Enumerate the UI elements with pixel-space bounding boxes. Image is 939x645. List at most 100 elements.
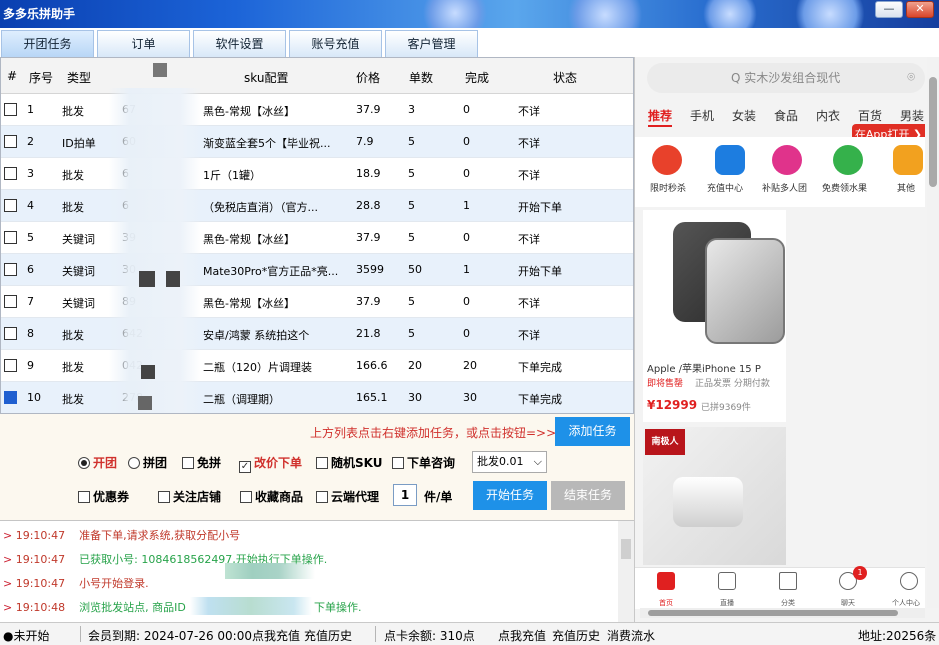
profile-icon[interactable] (900, 572, 918, 590)
add-task-button[interactable]: 添加任务 (555, 417, 630, 446)
cell-index: 1 (27, 103, 34, 116)
mobile-vscrollbar[interactable] (927, 57, 939, 608)
task-grid[interactable]: # 序号 类型 sku配置 价格 单数 完成 状态 1 批发 6 7 黑色-常规【冰丝】… (0, 57, 634, 414)
row-checkbox[interactable] (4, 295, 17, 308)
free-fruit-icon[interactable] (833, 145, 863, 175)
row-checkbox[interactable] (4, 167, 17, 180)
stop-task-button[interactable]: 结束任务 (551, 481, 625, 510)
start-task-button[interactable]: 开始任务 (473, 481, 547, 510)
nav-home[interactable]: 首页 (659, 598, 673, 608)
more-icon[interactable] (893, 145, 923, 175)
cell-count: 20 (408, 359, 422, 372)
row-checkbox[interactable] (4, 327, 17, 340)
log-panel[interactable]: > 19:10:47 准备下单,请求系统,获取分配小号 > 19:10:47 已获取小… (0, 520, 634, 622)
checkbox-follow-shop[interactable]: 关注店铺 (158, 488, 221, 505)
nav-category[interactable]: 分类 (781, 598, 795, 608)
table-row[interactable]: 6关键词30Mate30Pro*官方正品*亮...3599501开始下单 (1, 254, 633, 286)
table-row[interactable]: 10批发278二瓶（调理期）165.13030下单完成 (1, 382, 633, 413)
scrollbar-thumb[interactable] (648, 610, 898, 616)
cat-food[interactable]: 食品 (774, 107, 798, 124)
cat-phone[interactable]: 手机 (690, 107, 714, 124)
mode-select[interactable]: 批发0.01 ⌵ (472, 451, 547, 473)
log-text: 准备下单,请求系统,获取分配小号 (79, 529, 241, 542)
points-history-link[interactable]: 充值历史 (552, 627, 600, 644)
cell-count: 5 (408, 167, 415, 180)
nav-profile[interactable]: 个人中心 (892, 598, 920, 608)
cell-done: 1 (463, 199, 470, 212)
search-bar[interactable]: Q 实木沙发组合现代 ⌾ (647, 63, 925, 93)
cat-women[interactable]: 女装 (732, 107, 756, 124)
row-checkbox[interactable] (4, 391, 17, 404)
cat-tuijian[interactable]: 推荐 (648, 107, 672, 124)
cell-index: 3 (27, 167, 34, 180)
checkbox-mianpin[interactable]: 免拼 (182, 454, 221, 471)
cell-price: 18.9 (356, 167, 381, 180)
qty-input[interactable]: 1 (393, 484, 417, 506)
nav-chat[interactable]: 聊天 (841, 598, 855, 608)
log-scrollbar[interactable] (618, 521, 634, 622)
row-checkbox[interactable] (4, 135, 17, 148)
checkbox-gaijia[interactable]: ✓ 改价下单 (239, 454, 302, 473)
points-recharge-link[interactable]: 点我充值 (498, 627, 546, 644)
minimize-button[interactable]: — (875, 1, 903, 18)
cat-underwear[interactable]: 内衣 (816, 107, 840, 124)
checkbox-random-sku[interactable]: 随机SKU (316, 454, 382, 471)
cell-sku: 渐变蓝全套5个【毕业祝... (203, 137, 331, 150)
log-time: 19:10:47 (15, 529, 66, 542)
row-checkbox[interactable] (4, 199, 17, 212)
checkbox-cloud-proxy[interactable]: 云端代理 (316, 488, 379, 505)
row-checkbox[interactable] (4, 231, 17, 244)
table-row[interactable]: 2ID拍单60渐变蓝全套5个【毕业祝...7.950不详 (1, 126, 633, 158)
cell-sku: 二瓶（调理期） (203, 393, 280, 406)
checkbox-consult[interactable]: 下单咨询 (392, 454, 455, 471)
product-card-socks[interactable]: 南极人 (643, 427, 786, 565)
category-icon[interactable] (779, 572, 797, 590)
tab-recharge[interactable]: 账号充值 (289, 30, 382, 57)
nav-live[interactable]: 直播 (720, 598, 734, 608)
row-checkbox[interactable] (4, 103, 17, 116)
grid-header: # 序号 类型 sku配置 价格 单数 完成 状态 (1, 58, 633, 94)
checkbox-favorite[interactable]: 收藏商品 (240, 488, 303, 505)
cat-men[interactable]: 男装 (900, 107, 924, 124)
checkmark-icon: ✓ (239, 461, 251, 473)
log-time: 19:10:48 (15, 601, 66, 614)
log-time: 19:10:47 (15, 577, 66, 590)
tab-settings[interactable]: 软件设置 (193, 30, 286, 57)
row-checkbox[interactable] (4, 359, 17, 372)
flash-sale-icon[interactable] (652, 145, 682, 175)
cell-sku: 黑色-常规【冰丝】 (203, 297, 295, 310)
live-icon[interactable] (718, 572, 736, 590)
tab-customers[interactable]: 客户管理 (385, 30, 478, 57)
checkbox-coupon[interactable]: 优惠券 (78, 488, 129, 505)
tab-kaituan[interactable]: 开团任务 (1, 30, 94, 57)
col-count: 单数 (409, 71, 434, 85)
table-row[interactable]: 7关键词89黑色-常规【冰丝】37.950不详 (1, 286, 633, 318)
table-row[interactable]: 5关键词39黑色-常规【冰丝】37.950不详 (1, 222, 633, 254)
close-button[interactable]: ✕ (906, 1, 934, 18)
checkbox-icon (182, 457, 194, 469)
horizontal-scrollbar[interactable] (640, 608, 925, 618)
consume-log-link[interactable]: 消费流水 (607, 627, 655, 644)
row-checkbox[interactable] (4, 263, 17, 276)
radio-cantuan[interactable]: 拼团 (128, 454, 167, 471)
table-row[interactable]: 8批发642安卓/鸿蒙 系统拍这个21.850不详 (1, 318, 633, 350)
scrollbar-thumb[interactable] (621, 539, 631, 559)
home-icon[interactable] (657, 572, 675, 590)
scrollbar-thumb[interactable] (929, 77, 937, 187)
member-recharge-link[interactable]: 点我充值 (252, 627, 300, 644)
table-row[interactable]: 3批发61斤（1罐）18.950不详 (1, 158, 633, 190)
table-row[interactable]: 4批发6（免税店直消）（官方...28.851开始下单 (1, 190, 633, 222)
table-row[interactable]: 1批发67黑色-常规【冰丝】37.930不详 (1, 94, 633, 126)
recharge-icon[interactable] (715, 145, 745, 175)
table-row[interactable]: 9批发042二瓶（120）片调理装166.62020下单完成 (1, 350, 633, 382)
product-sold: 已拼9369件 (701, 403, 751, 413)
group-subsidy-icon[interactable] (772, 145, 802, 175)
product-card-iphone[interactable]: Apple /苹果iPhone 15 P 即将售罄 正品发票 分期付款 ¥129… (643, 210, 786, 422)
cell-type: 批发 (62, 105, 84, 118)
tab-orders[interactable]: 订单 (97, 30, 190, 57)
radio-kaituan[interactable]: 开团 (78, 454, 117, 471)
camera-icon[interactable]: ⌾ (907, 63, 915, 93)
log-arrow-icon: > (3, 577, 16, 590)
member-history-link[interactable]: 充值历史 (304, 627, 352, 644)
cat-goods[interactable]: 百货 (858, 107, 882, 124)
